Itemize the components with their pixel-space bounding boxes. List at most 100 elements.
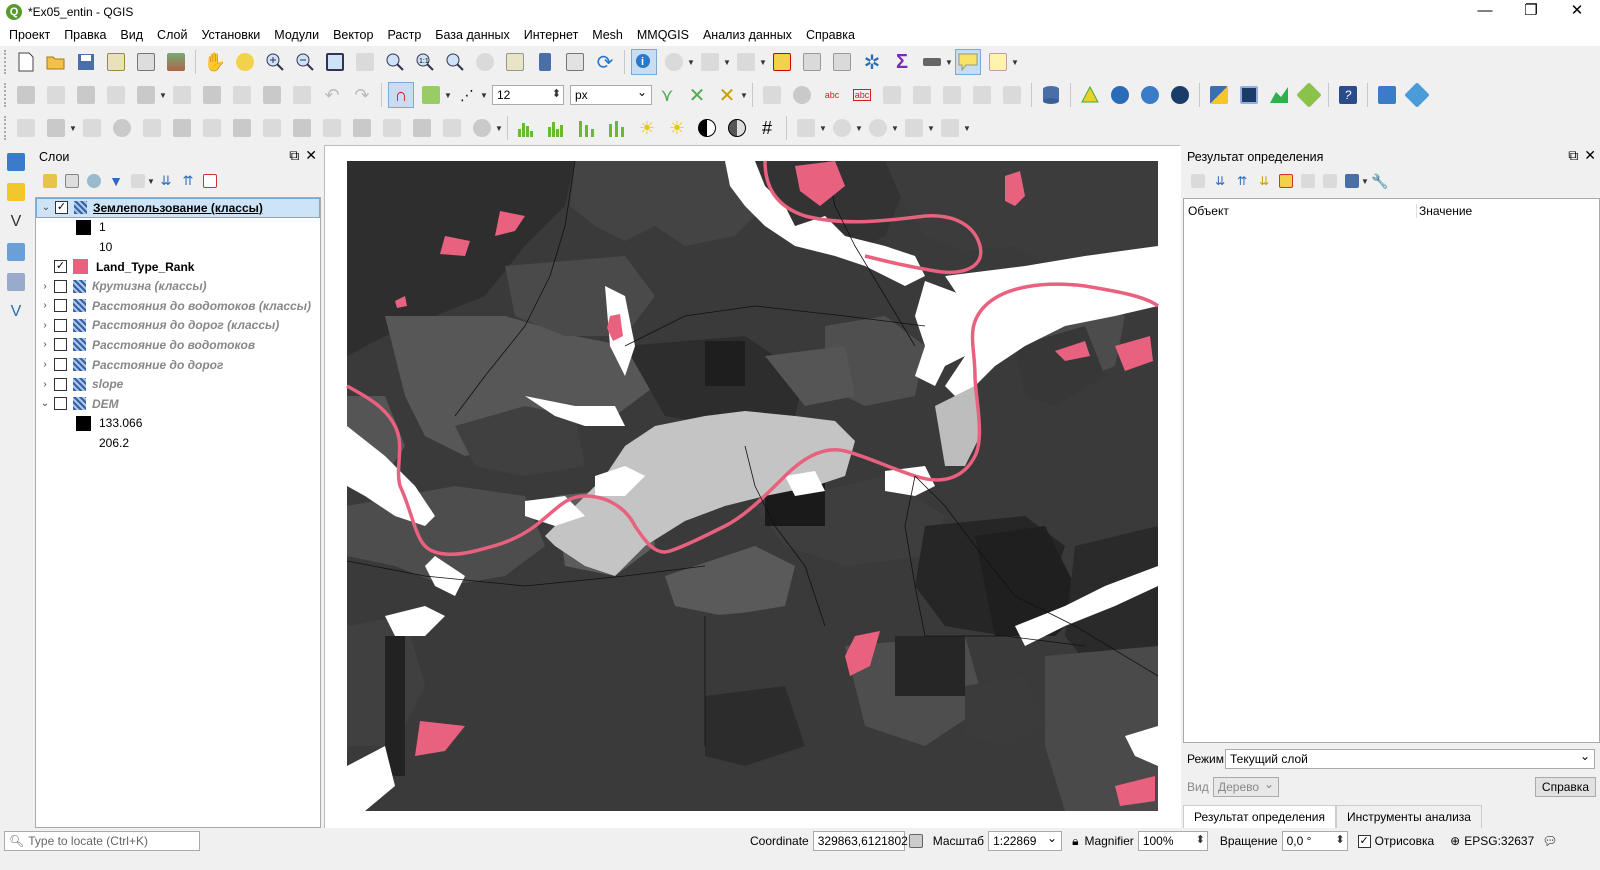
expand-all-results-icon[interactable]: ⇊ (1254, 171, 1274, 191)
new-project-icon[interactable] (13, 49, 39, 75)
expand-new-results-icon[interactable]: ⇊ (1210, 171, 1230, 191)
redo-icon[interactable]: ↷ (349, 82, 375, 108)
shape-digitize-icon[interactable] (793, 115, 819, 141)
zoom-last-icon[interactable] (442, 49, 468, 75)
toggle-editing-icon[interactable] (43, 82, 69, 108)
print-response-icon[interactable] (1320, 171, 1340, 191)
layer-visibility-checkbox[interactable] (54, 358, 67, 372)
zoom-to-layer-icon[interactable] (382, 49, 408, 75)
layer-visibility-checkbox[interactable] (54, 318, 67, 332)
digitize-icon[interactable] (13, 115, 39, 141)
fill-ring-icon[interactable] (79, 115, 105, 141)
self-snapping-icon[interactable]: ✕ (714, 82, 740, 108)
raster-calc-icon[interactable] (1236, 82, 1262, 108)
filter-legend-icon[interactable]: ▼ (106, 171, 126, 191)
new-print-layout-icon[interactable] (103, 49, 129, 75)
new-map-view-icon[interactable] (502, 49, 528, 75)
db-manager-icon[interactable] (1038, 82, 1064, 108)
open-project-icon[interactable] (43, 49, 69, 75)
menu-web[interactable]: Интернет (517, 28, 586, 42)
change-label-icon[interactable] (939, 82, 965, 108)
pan-icon[interactable]: ✋ (202, 49, 228, 75)
add-part-icon[interactable] (139, 115, 165, 141)
snapping-type-icon[interactable]: ⋰ (454, 82, 480, 108)
collapse-tree-icon[interactable]: ⇈ (1232, 171, 1252, 191)
chevron-down-icon[interactable]: ⌄ (37, 202, 55, 213)
snapping-magnet-icon[interactable]: ∩ (388, 82, 414, 108)
polygon-digitize-icon[interactable] (937, 115, 963, 141)
new-bookmark-icon[interactable] (532, 49, 558, 75)
chevron-right-icon[interactable]: › (36, 281, 54, 292)
new-annotation-icon[interactable] (985, 49, 1011, 75)
help-icon[interactable]: ? (1335, 82, 1361, 108)
layer-row[interactable]: › Расстояние до водотоков (36, 335, 320, 355)
clear-results-icon[interactable] (1276, 171, 1296, 191)
add-raster-layer-icon[interactable] (3, 269, 29, 295)
close-button[interactable]: ✕ (1554, 0, 1600, 24)
copy-feature-icon[interactable] (1298, 171, 1318, 191)
rotate-label-icon[interactable] (909, 82, 935, 108)
style-layers-icon[interactable] (40, 171, 60, 191)
increase-contrast-icon[interactable] (694, 115, 720, 141)
zoom-out-icon[interactable] (292, 49, 318, 75)
select-features-icon[interactable] (697, 49, 723, 75)
layer-row[interactable]: ✓ Land_Type_Rank (36, 257, 320, 277)
tab-identify-results[interactable]: Результат определения (1183, 805, 1336, 828)
add-ring-icon[interactable] (43, 115, 69, 141)
web-search-icon[interactable] (1137, 82, 1163, 108)
view-select[interactable]: Дерево (1213, 777, 1279, 797)
qgis2threejs-icon[interactable] (1296, 82, 1322, 108)
render-checkbox[interactable]: ✓ (1357, 834, 1371, 848)
coordinate-capture-icon[interactable] (1404, 82, 1430, 108)
identify-mode-icon[interactable] (1342, 171, 1362, 191)
add-feature-icon[interactable] (103, 82, 129, 108)
snap-to-vertex-icon[interactable] (418, 82, 444, 108)
collapse-all-icon[interactable]: ⇈ (178, 171, 198, 191)
menu-view[interactable]: Вид (113, 28, 150, 42)
filter-expression-icon[interactable] (128, 171, 148, 191)
menu-edit[interactable]: Правка (57, 28, 113, 42)
coordinate-field[interactable]: 329863,6121802 (812, 831, 908, 851)
vertex-tool-icon[interactable] (133, 82, 159, 108)
show-bookmarks-icon[interactable] (562, 49, 588, 75)
chevron-right-icon[interactable]: › (36, 379, 54, 390)
undock-icon[interactable]: ⧉ (289, 147, 299, 164)
restore-button[interactable]: ❐ (1508, 0, 1554, 24)
current-edits-icon[interactable] (13, 82, 39, 108)
column-object-header[interactable]: Объект (1184, 204, 1416, 218)
reverse-line-icon[interactable] (289, 115, 315, 141)
decrease-brightness-icon[interactable]: ☀ (664, 115, 690, 141)
copy-features-icon[interactable] (259, 82, 285, 108)
delete-ring-icon[interactable] (109, 115, 135, 141)
layer-visibility-checkbox[interactable] (54, 279, 67, 293)
locator-search-input[interactable]: 🔍︎ Type to locate (Ctrl+K) (4, 831, 200, 851)
messages-icon[interactable]: 💬︎ (1542, 834, 1557, 848)
menu-mmqgis[interactable]: MMQGIS (630, 28, 696, 42)
identify-results-table[interactable]: Объект Значение (1183, 198, 1600, 743)
map-canvas[interactable] (324, 145, 1181, 829)
menu-raster[interactable]: Растр (380, 28, 428, 42)
profile-tool-icon[interactable] (1266, 82, 1292, 108)
menu-data-analysis[interactable]: Анализ данных (696, 28, 799, 42)
toggle-extents-icon[interactable] (907, 828, 925, 854)
snap-on-intersection-icon[interactable]: ✕ (684, 82, 710, 108)
layer-row[interactable]: › Крутизна (классы) (36, 276, 320, 296)
help-button[interactable]: Справка (1534, 777, 1596, 797)
layer-row[interactable]: › slope (36, 374, 320, 394)
toolbar-grip[interactable] (4, 116, 7, 140)
layer-visibility-checkbox[interactable]: ✓ (55, 201, 68, 215)
layer-visibility-checkbox[interactable] (54, 377, 67, 391)
grass-tools-icon[interactable] (1077, 82, 1103, 108)
topological-editing-icon[interactable]: ⋎ (654, 82, 680, 108)
menu-help[interactable]: Справка (799, 28, 862, 42)
georeferencer-icon[interactable] (1374, 82, 1400, 108)
cut-features-icon[interactable] (229, 82, 255, 108)
split-parts-icon[interactable] (379, 115, 405, 141)
delete-selected-icon[interactable] (199, 82, 225, 108)
zoom-full-icon[interactable] (322, 49, 348, 75)
rotation-input[interactable]: 0,0 ° (1281, 831, 1348, 851)
open-attribute-table-icon[interactable] (799, 49, 825, 75)
deselect-all-icon[interactable] (769, 49, 795, 75)
data-source-manager-icon[interactable] (3, 149, 29, 175)
zoom-next-icon[interactable] (472, 49, 498, 75)
